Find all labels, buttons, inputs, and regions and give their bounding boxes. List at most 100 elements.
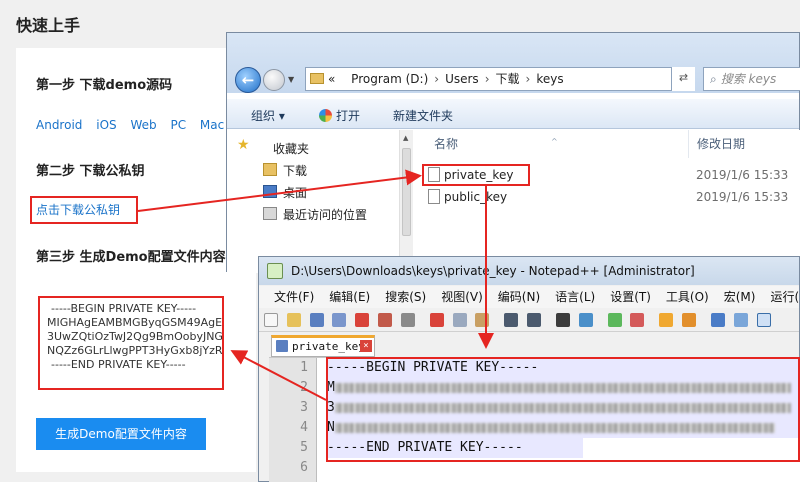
open-label: 打开 [336, 109, 361, 123]
close-all-icon[interactable] [378, 313, 393, 327]
menu-macro[interactable]: 宏(M) [724, 290, 756, 304]
zoom-in-icon[interactable] [607, 313, 622, 327]
new-file-icon[interactable] [264, 313, 278, 327]
folder-icon [310, 73, 324, 84]
show-all-chars-icon[interactable] [733, 313, 748, 327]
breadcrumb-downloads[interactable]: 下载 [496, 72, 520, 86]
find-icon[interactable] [555, 313, 570, 327]
notepad-toolbar [259, 308, 799, 332]
menu-file[interactable]: 文件(F) [274, 290, 314, 304]
open-file-icon[interactable] [286, 313, 301, 327]
private-key-textbox[interactable]: -----BEGIN PRIVATE KEY----- MIGHAgEAMBMG… [38, 296, 224, 390]
nav-desktop[interactable]: 桌面 [283, 184, 307, 201]
platform-link-pc[interactable]: PC [170, 118, 186, 132]
search-icon: ⌕ [710, 72, 717, 86]
line-number: 6 [300, 460, 308, 475]
star-icon: ★ [237, 137, 250, 153]
menu-language[interactable]: 语言(L) [555, 290, 595, 304]
column-name-label: 名称 [434, 137, 459, 151]
breadcrumb-keys[interactable]: keys [536, 72, 563, 86]
line-number: 5 [300, 440, 308, 455]
column-header-name[interactable]: ^ 名称 [414, 130, 689, 158]
nav-favorites[interactable]: 收藏夹 [273, 140, 309, 157]
search-placeholder: 搜索 keys [720, 72, 777, 86]
search-input[interactable]: ⌕ 搜索 keys [703, 67, 800, 91]
step2-heading: 第二步 下载公私钥 [36, 164, 145, 179]
notepad-title: D:\Users\Downloads\keys\private_key - No… [291, 264, 695, 278]
platform-link-mac[interactable]: Mac [200, 118, 224, 132]
open-button[interactable]: 打开 [319, 107, 360, 124]
menu-search[interactable]: 搜索(S) [385, 290, 426, 304]
file-date: 2019/1/6 15:33 [696, 190, 789, 204]
recent-places-icon [263, 207, 277, 220]
refresh-icon[interactable]: ⇄ [671, 67, 695, 91]
organize-menu[interactable]: 组织 ▾ [251, 107, 285, 124]
private-key-highlight [422, 164, 530, 186]
downloads-folder-icon [263, 163, 277, 176]
zoom-out-icon[interactable] [630, 313, 645, 327]
menu-tools[interactable]: 工具(O) [666, 290, 709, 304]
scroll-up-icon[interactable]: ▲ [403, 134, 408, 142]
tab-private-key[interactable]: private_key × [271, 335, 375, 357]
replace-icon[interactable] [578, 313, 593, 327]
platform-link-android[interactable]: Android [36, 118, 82, 132]
menu-encoding[interactable]: 编码(N) [498, 290, 540, 304]
explorer-window: ← ▼ « Program (D:) › Users › 下载 › keys ⇄ ⌕ 搜索 k… [226, 32, 800, 273]
print-icon[interactable] [400, 313, 415, 327]
redo-icon[interactable] [527, 313, 542, 327]
address-field[interactable]: « Program (D:) › Users › 下载 › keys [305, 67, 695, 91]
new-folder-button[interactable]: 新建文件夹 [393, 107, 453, 124]
desktop-icon [263, 185, 277, 198]
key-line: -----BEGIN PRIVATE KEY----- [51, 302, 197, 315]
platform-links: Android iOS Web PC Mac [36, 118, 234, 132]
save-icon[interactable] [309, 313, 324, 327]
menu-edit[interactable]: 编辑(E) [329, 290, 370, 304]
path-overflow[interactable]: « [328, 72, 335, 86]
navigation-scrollbar[interactable]: ▲ [399, 130, 413, 273]
file-saved-icon [276, 340, 288, 352]
nav-recent[interactable]: 最近访问的位置 [283, 206, 367, 223]
undo-icon[interactable] [504, 313, 519, 327]
line-number: 4 [300, 420, 308, 435]
nav-downloads[interactable]: 下载 [283, 162, 307, 179]
download-keys-link[interactable]: 点击下载公私钥 [30, 196, 138, 224]
explorer-address-bar: ← ▼ « Program (D:) › Users › 下载 › keys ⇄ ⌕ 搜索 k… [227, 33, 800, 93]
column-header-modified[interactable]: 修改日期 [689, 130, 800, 158]
close-file-icon[interactable] [355, 313, 370, 327]
page-title: 快速上手 [16, 16, 81, 35]
key-line: MIGHAgEAMBMGByqGSM49AgEGCCqGSM49AwEHBG0w… [47, 316, 224, 329]
file-list: ^ 名称 修改日期 private_key 2019/1/6 15:33 publ… [414, 130, 800, 273]
breadcrumb-drive[interactable]: Program (D:) [351, 72, 428, 86]
file-row-public-key[interactable]: public_key 2019/1/6 15:33 [422, 186, 792, 208]
sync-h-icon[interactable] [682, 313, 697, 327]
line-number: 3 [300, 400, 308, 415]
cut-icon[interactable] [429, 313, 444, 327]
indent-guide-icon[interactable] [756, 313, 771, 327]
sync-v-icon[interactable] [659, 313, 674, 327]
scroll-thumb[interactable] [402, 148, 411, 236]
back-arrow-icon[interactable]: ← [235, 67, 261, 93]
file-icon [428, 189, 440, 204]
notepad-logo-icon [267, 263, 283, 279]
generate-config-button[interactable]: 生成Demo配置文件内容 [36, 418, 206, 450]
explorer-toolbar: 组织 ▾ 打开 新建文件夹 [227, 99, 799, 129]
line-number: 1 [300, 360, 308, 375]
copy-icon[interactable] [452, 313, 467, 327]
save-all-icon[interactable] [332, 313, 347, 327]
history-dropdown-icon[interactable]: ▼ [288, 75, 294, 84]
menu-view[interactable]: 视图(V) [441, 290, 483, 304]
paste-icon[interactable] [475, 313, 490, 327]
file-name: public_key [444, 190, 508, 204]
file-date: 2019/1/6 15:33 [696, 168, 789, 182]
forward-arrow-icon[interactable] [263, 69, 285, 91]
word-wrap-icon[interactable] [710, 313, 725, 327]
platform-link-web[interactable]: Web [130, 118, 156, 132]
step3-heading: 第三步 生成Demo配置文件内容 [36, 250, 226, 265]
platform-link-ios[interactable]: iOS [96, 118, 116, 132]
close-tab-icon[interactable]: × [360, 340, 372, 352]
line-number-gutter: 1 2 3 4 5 6 [269, 358, 317, 482]
menu-settings[interactable]: 设置(T) [610, 290, 651, 304]
breadcrumb-users[interactable]: Users [445, 72, 479, 86]
menu-run[interactable]: 运行(R) [770, 290, 799, 304]
line-number: 2 [300, 380, 308, 395]
